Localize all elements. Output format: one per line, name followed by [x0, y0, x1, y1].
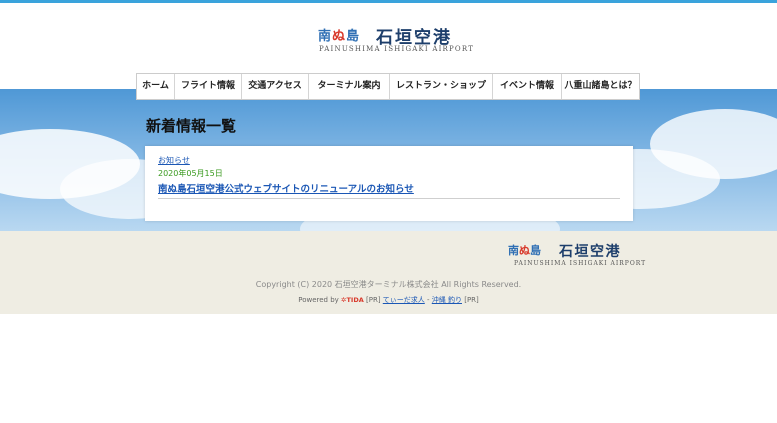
- footer-logo-kana: 南ぬ島: [508, 244, 541, 257]
- tida-logo[interactable]: ✲TIDA: [341, 296, 364, 304]
- footer-logo-title: 石垣空港: [559, 244, 621, 260]
- link-okinawa-fishing[interactable]: 沖縄 釣り: [432, 296, 462, 304]
- pr-label: [PR]: [464, 296, 479, 304]
- site-footer: 南ぬ島 石垣空港 PAINUSHIMA ISHIGAKI AIRPORT Cop…: [0, 231, 777, 314]
- link-tida-jobs[interactable]: てぃーだ求人: [383, 296, 425, 304]
- news-divider: [158, 198, 620, 199]
- global-nav: ホーム フライト情報 交通アクセス ターミナル案内 レストラン・ショップ イベン…: [136, 73, 640, 100]
- news-date: 2020年05月15日: [158, 169, 223, 178]
- nav-home[interactable]: ホーム: [137, 74, 175, 99]
- logo-subtitle: PAINUSHIMA ISHIGAKI AIRPORT: [319, 45, 475, 53]
- nav-events[interactable]: イベント情報: [493, 74, 562, 99]
- nav-access[interactable]: 交通アクセス: [242, 74, 309, 99]
- footer-logo[interactable]: 南ぬ島 石垣空港 PAINUSHIMA ISHIGAKI AIRPORT: [508, 241, 645, 271]
- powered-prefix: Powered by: [298, 296, 339, 304]
- nav-flight-info[interactable]: フライト情報: [175, 74, 242, 99]
- news-category-link[interactable]: お知らせ: [158, 155, 190, 166]
- nav-yaeyama[interactable]: 八重山諸島とは？: [562, 74, 639, 99]
- footer-logo-subtitle: PAINUSHIMA ISHIGAKI AIRPORT: [514, 260, 647, 267]
- powered-by: Powered by ✲TIDA [PR] てぃーだ求人 - 沖縄 釣り [PR…: [298, 296, 479, 304]
- page-title: 新着情報一覧: [146, 117, 237, 135]
- news-title-link[interactable]: 南ぬ島石垣空港公式ウェブサイトのリニューアルのお知らせ: [158, 181, 414, 195]
- logo-kana: 南ぬ島: [318, 29, 361, 44]
- news-panel: お知らせ 2020年05月15日 南ぬ島石垣空港公式ウェブサイトのリニューアルの…: [145, 146, 633, 221]
- nav-terminal-guide[interactable]: ターミナル案内: [309, 74, 390, 99]
- site-logo[interactable]: 南ぬ島 石垣空港 PAINUSHIMA ISHIGAKI AIRPORT: [316, 23, 473, 59]
- copyright-text: Copyright (C) 2020 石垣空港ターミナル株式会社 All Rig…: [255, 280, 522, 289]
- nav-restaurant-shop[interactable]: レストラン・ショップ: [390, 74, 493, 99]
- pr-label: [PR]: [366, 296, 381, 304]
